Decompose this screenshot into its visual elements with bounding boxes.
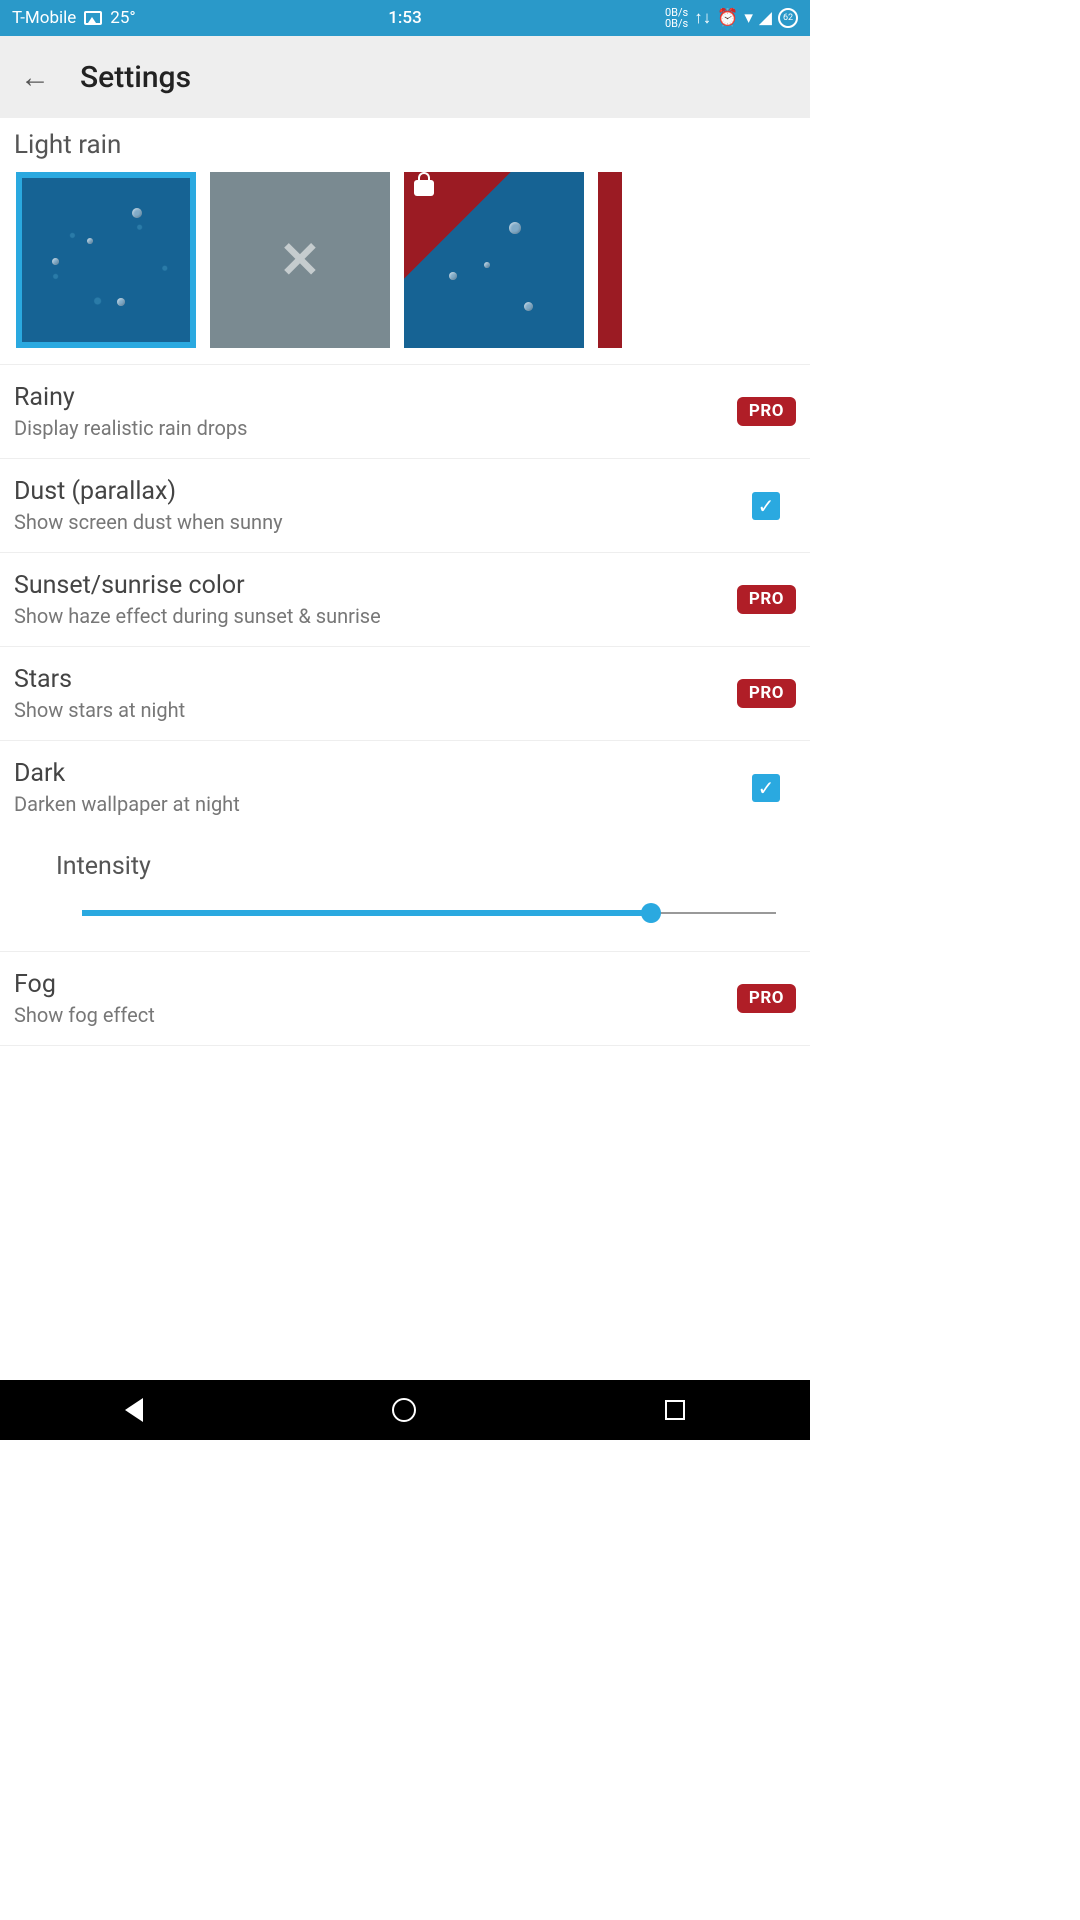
setting-subtitle: Show fog effect bbox=[14, 1003, 737, 1027]
pro-badge: PRO bbox=[737, 585, 796, 614]
back-arrow-icon[interactable]: ← bbox=[20, 60, 50, 95]
setting-title: Fog bbox=[14, 970, 737, 999]
battery-icon: 62 bbox=[778, 8, 798, 28]
setting-dark[interactable]: Dark Darken wallpaper at night ✓ bbox=[0, 741, 810, 834]
slider-fill bbox=[82, 910, 651, 916]
setting-title: Rainy bbox=[14, 383, 737, 412]
nav-back-icon[interactable] bbox=[125, 1398, 143, 1422]
wifi-icon: ▾ bbox=[744, 8, 753, 28]
signal-icon: ◢ bbox=[759, 8, 772, 28]
android-nav-bar bbox=[0, 1380, 810, 1440]
section-title-light-rain: Light rain bbox=[0, 118, 810, 168]
nav-home-icon[interactable] bbox=[392, 1398, 416, 1422]
setting-title: Dust (parallax) bbox=[14, 477, 752, 506]
checkbox-checked[interactable]: ✓ bbox=[752, 774, 780, 802]
setting-title: Stars bbox=[14, 665, 737, 694]
theme-thumb-raindrops[interactable] bbox=[16, 172, 196, 348]
slider-handle[interactable] bbox=[641, 903, 661, 923]
page-title: Settings bbox=[80, 60, 191, 95]
alarm-icon: ⏰ bbox=[717, 8, 738, 28]
theme-thumb-locked[interactable] bbox=[404, 172, 584, 348]
setting-title: Sunset/sunrise color bbox=[14, 571, 737, 600]
theme-thumb-none[interactable]: ✕ bbox=[210, 172, 390, 348]
setting-intensity: Intensity bbox=[0, 834, 810, 952]
app-bar: ← Settings bbox=[0, 36, 810, 118]
setting-subtitle: Display realistic rain drops bbox=[14, 416, 737, 440]
setting-dust[interactable]: Dust (parallax) Show screen dust when su… bbox=[0, 459, 810, 553]
status-bar: T-Mobile 25° 1:53 0B/s 0B/s ↑↓ ⏰ ▾ ◢ 62 bbox=[0, 0, 810, 36]
intensity-slider[interactable] bbox=[82, 905, 776, 921]
nav-recent-icon[interactable] bbox=[665, 1400, 685, 1420]
setting-title: Dark bbox=[14, 759, 752, 788]
network-speed: 0B/s 0B/s bbox=[665, 7, 688, 29]
setting-fog[interactable]: Fog Show fog effect PRO bbox=[0, 952, 810, 1046]
pro-badge: PRO bbox=[737, 984, 796, 1013]
temperature-label: 25° bbox=[110, 8, 135, 28]
pro-badge: PRO bbox=[737, 397, 796, 426]
intensity-label: Intensity bbox=[56, 852, 796, 881]
clock-label: 1:53 bbox=[388, 8, 421, 28]
theme-thumb-peek[interactable] bbox=[598, 172, 622, 348]
theme-thumbnails-row[interactable]: ✕ bbox=[0, 168, 810, 365]
checkbox-checked[interactable]: ✓ bbox=[752, 492, 780, 520]
carrier-label: T-Mobile bbox=[12, 8, 76, 28]
close-icon: ✕ bbox=[279, 231, 321, 290]
lock-icon bbox=[414, 180, 434, 196]
pro-badge: PRO bbox=[737, 679, 796, 708]
picture-icon bbox=[84, 11, 102, 25]
setting-subtitle: Show screen dust when sunny bbox=[14, 510, 752, 534]
data-arrows-icon: ↑↓ bbox=[694, 8, 711, 28]
setting-sunset-sunrise[interactable]: Sunset/sunrise color Show haze effect du… bbox=[0, 553, 810, 647]
setting-stars[interactable]: Stars Show stars at night PRO bbox=[0, 647, 810, 741]
setting-subtitle: Show haze effect during sunset & sunrise bbox=[14, 604, 737, 628]
setting-subtitle: Show stars at night bbox=[14, 698, 737, 722]
setting-subtitle: Darken wallpaper at night bbox=[14, 792, 752, 816]
setting-rainy[interactable]: Rainy Display realistic rain drops PRO bbox=[0, 365, 810, 459]
